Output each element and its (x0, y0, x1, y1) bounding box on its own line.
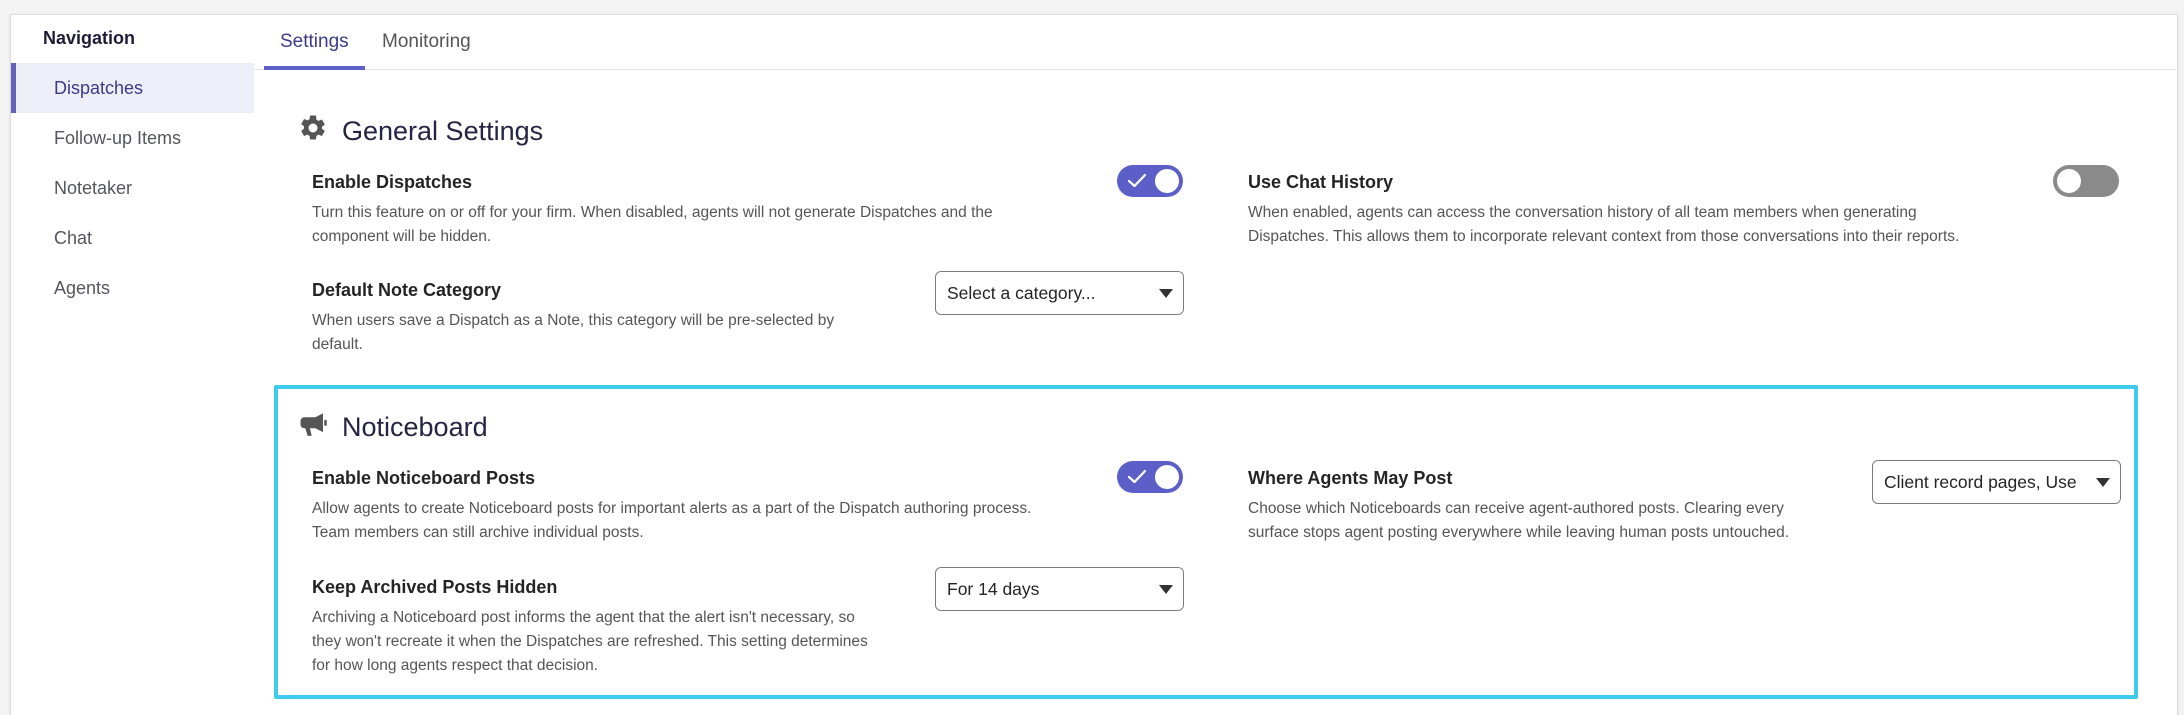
sidebar: Navigation Dispatches Follow-up Items No… (11, 15, 254, 715)
keep-archived-posts-hidden-select[interactable]: For 14 days (935, 567, 1184, 611)
enable-noticeboard-posts-desc-line-1: Allow agents to create Noticeboard posts… (312, 500, 1032, 517)
keep-archived-posts-hidden-description: Archiving a Noticeboard post informs the… (312, 606, 868, 678)
checkmark-icon (1127, 468, 1147, 491)
enable-noticeboard-posts-toggle[interactable] (1117, 461, 1183, 493)
enable-noticeboard-posts-label: Enable Noticeboard Posts (312, 468, 536, 488)
where-agents-may-post-description: Choose which Noticeboards can receive ag… (1248, 497, 1789, 545)
caret-down-icon (2086, 461, 2120, 503)
where-agents-may-post-label: Where Agents May Post (1248, 468, 1453, 488)
gear-icon (298, 113, 328, 150)
enable-dispatches-toggle[interactable] (1117, 165, 1183, 197)
default-note-category-select[interactable]: Select a category... (935, 271, 1184, 315)
default-note-category-label: Default Note Category (312, 280, 502, 300)
use-chat-history-label: Use Chat History (1248, 172, 1394, 192)
enable-noticeboard-posts-description: Allow agents to create Noticeboard posts… (312, 497, 1031, 545)
keep-archived-desc-line-3: for how long agents respect that decisio… (312, 657, 599, 674)
tab-bar: Settings Monitoring (254, 15, 2177, 70)
enable-dispatches-desc-line-1: Turn this feature on or off for your fir… (312, 204, 993, 221)
toggle-knob (1155, 169, 1179, 193)
enable-dispatches-label: Enable Dispatches (312, 172, 473, 192)
settings-window: Navigation Dispatches Follow-up Items No… (10, 14, 2178, 715)
noticeboard-heading: Noticeboard (298, 409, 488, 446)
toggle-knob (2057, 169, 2081, 193)
checkmark-icon (1127, 172, 1147, 195)
caret-down-icon (1149, 272, 1183, 314)
default-note-category-value: Select a category... (947, 282, 1096, 303)
tab-monitoring[interactable]: Monitoring (382, 31, 471, 67)
sidebar-item-notetaker[interactable]: Notetaker (11, 163, 254, 213)
default-note-category-description: When users save a Dispatch as a Note, th… (312, 309, 834, 357)
where-agents-may-post-value: Client record pages, Use (1884, 471, 2077, 492)
tab-settings[interactable]: Settings (264, 31, 365, 70)
use-chat-history-toggle[interactable] (2053, 165, 2119, 197)
sidebar-item-follow-up-items[interactable]: Follow-up Items (11, 113, 254, 163)
where-agents-may-post-desc-line-1: Choose which Noticeboards can receive ag… (1248, 500, 1784, 517)
keep-archived-desc-line-1: Archiving a Noticeboard post informs the… (312, 609, 855, 626)
general-settings-heading: General Settings (298, 113, 543, 150)
keep-archived-posts-hidden-value: For 14 days (947, 578, 1040, 599)
keep-archived-posts-hidden-label: Keep Archived Posts Hidden (312, 577, 558, 597)
sidebar-nav-list: Dispatches Follow-up Items Notetaker Cha… (11, 63, 254, 313)
where-agents-may-post-select[interactable]: Client record pages, Use (1872, 460, 2121, 504)
enable-noticeboard-posts-desc-line-2: Team members can still archive individua… (312, 524, 644, 541)
general-settings-title: General Settings (342, 116, 544, 146)
sidebar-item-dispatches[interactable]: Dispatches (11, 63, 254, 113)
use-chat-history-desc-line-2: Dispatches. This allows them to incorpor… (1248, 228, 1960, 245)
keep-archived-desc-line-2: they won't recreate it when the Dispatch… (312, 633, 868, 650)
sidebar-item-chat[interactable]: Chat (11, 213, 254, 263)
toggle-knob (1155, 465, 1179, 489)
where-agents-may-post-desc-line-2: surface stops agent posting everywhere w… (1248, 524, 1790, 541)
use-chat-history-description: When enabled, agents can access the conv… (1248, 201, 1959, 249)
default-note-category-desc-line-1: When users save a Dispatch as a Note, th… (312, 312, 835, 329)
use-chat-history-desc-line-1: When enabled, agents can access the conv… (1248, 204, 1917, 221)
noticeboard-title: Noticeboard (342, 412, 488, 442)
sidebar-item-agents[interactable]: Agents (11, 263, 254, 313)
caret-down-icon (1149, 568, 1183, 610)
default-note-category-desc-line-2: default. (312, 336, 363, 353)
enable-dispatches-description: Turn this feature on or off for your fir… (312, 201, 993, 249)
sidebar-title: Navigation (43, 28, 136, 48)
megaphone-icon (298, 409, 328, 446)
enable-dispatches-desc-line-2: component will be hidden. (312, 228, 492, 245)
